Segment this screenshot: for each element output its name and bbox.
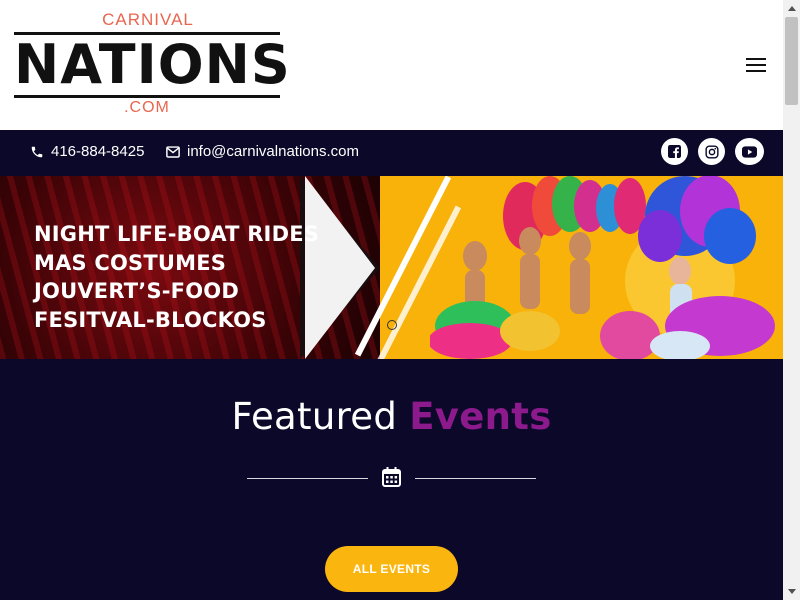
email-link[interactable]: info@carnivalnations.com: [166, 143, 359, 160]
dancer-skirts: [430, 296, 775, 359]
banner-line: NIGHT LIFE-BOAT RIDES: [34, 222, 320, 246]
banner-line: JOUVERT’S-FOOD: [34, 279, 239, 303]
phone-link[interactable]: 416-884-8425: [30, 143, 144, 160]
email-address: info@carnivalnations.com: [187, 143, 359, 160]
page: CARNIVAL NATIONS .COM 416-884-8425 info@…: [0, 0, 800, 600]
hero-banner[interactable]: NIGHT LIFE-BOAT RIDES MAS COSTUMES JOUVE…: [0, 176, 783, 359]
site-header: CARNIVAL NATIONS .COM: [0, 0, 783, 130]
featured-events-section: Featured Events ALL EVENTS: [0, 359, 783, 600]
section-title-accent: Events: [409, 395, 552, 438]
scroll-up-arrow-icon[interactable]: [783, 0, 800, 17]
menu-icon-bar: [746, 70, 766, 72]
scroll-down-arrow-icon[interactable]: [783, 583, 800, 600]
section-title-white: Featured: [231, 395, 398, 438]
carnival-dancers-image: [430, 176, 775, 359]
instagram-button[interactable]: [698, 138, 725, 165]
phone-number: 416-884-8425: [51, 143, 145, 160]
youtube-icon: [742, 145, 757, 158]
banner-line: FESITVAL-BLOCKOS: [34, 307, 267, 332]
youtube-button[interactable]: [735, 138, 764, 165]
envelope-icon: [166, 145, 180, 158]
scrollbar-thumb[interactable]: [785, 17, 798, 105]
menu-icon-bar: [746, 58, 766, 60]
logo-bottom-text: .COM: [124, 99, 170, 116]
contact-bar: 416-884-8425 info@carnivalnations.com: [0, 130, 783, 176]
site-logo[interactable]: CARNIVAL NATIONS .COM: [14, 10, 291, 120]
logo-rule-bottom: [14, 95, 280, 98]
all-events-button[interactable]: ALL EVENTS: [325, 546, 458, 592]
logo-main-text: NATIONS: [14, 33, 291, 96]
facebook-icon: [668, 145, 681, 158]
section-title: Featured Events: [0, 395, 783, 438]
menu-icon[interactable]: [746, 56, 768, 74]
slider-dot[interactable]: [387, 320, 397, 330]
calendar-icon: [382, 467, 401, 487]
logo-top-text: CARNIVAL: [102, 10, 194, 29]
banner-headline: NIGHT LIFE-BOAT RIDES MAS COSTUMES JOUVE…: [34, 220, 319, 334]
menu-icon-bar: [746, 64, 766, 66]
page-scrollbar[interactable]: [783, 0, 800, 600]
instagram-icon: [704, 144, 719, 159]
banner-line: MAS COSTUMES: [34, 250, 227, 275]
divider-line-right: [415, 478, 536, 479]
facebook-button[interactable]: [661, 138, 688, 165]
feather-headdress: [503, 176, 756, 264]
phone-icon: [31, 146, 43, 157]
divider-line-left: [247, 478, 368, 479]
